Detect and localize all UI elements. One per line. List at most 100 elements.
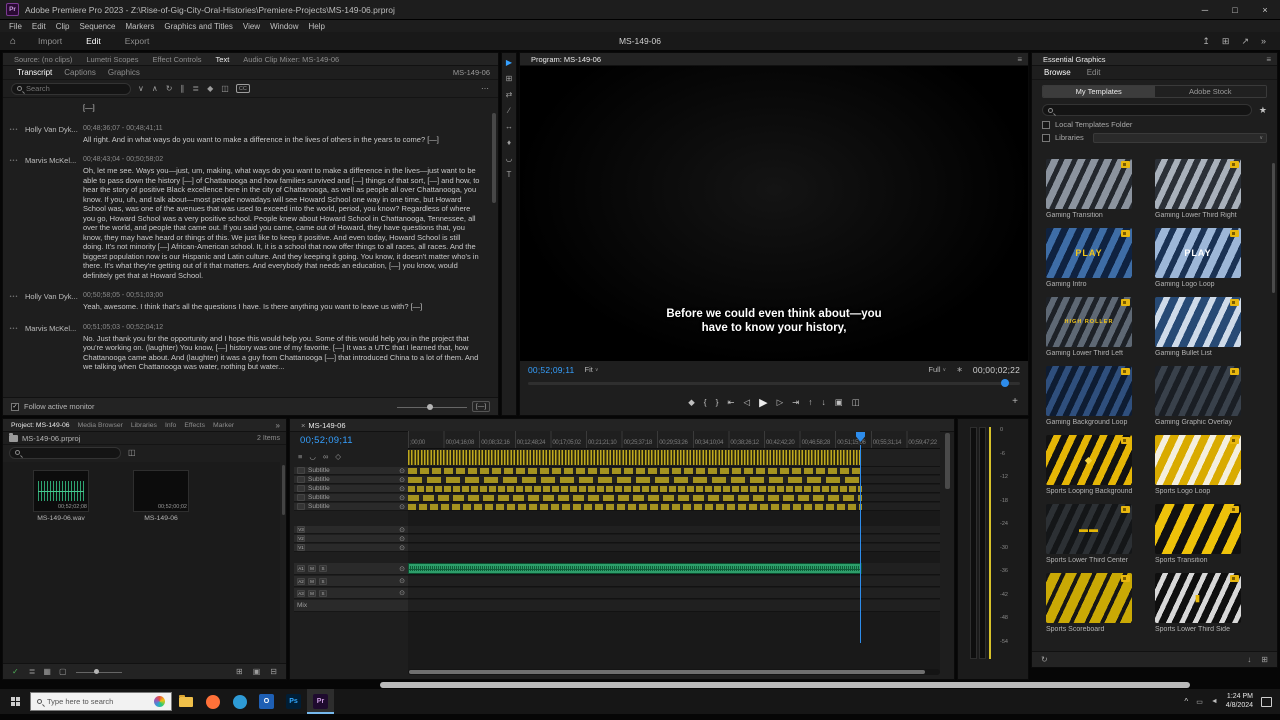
record-icon[interactable]: ⊙ [399, 577, 405, 585]
track-visibility-icon[interactable]: ⊙ [399, 535, 405, 543]
new-bin-icon[interactable]: ⊞ [235, 667, 244, 676]
speaker-name[interactable]: Marvis McKel... [25, 156, 83, 280]
project-item[interactable]: 00;52;02;08MS-149-06.wav [29, 470, 93, 522]
subtab-transcript[interactable]: Transcript [11, 68, 58, 77]
close-icon[interactable]: × [301, 421, 305, 430]
taskbar-clock[interactable]: 1:24 PM 4/8/2024 [1226, 693, 1253, 710]
favorites-star-icon[interactable]: ★ [1259, 105, 1267, 116]
start-button[interactable] [0, 689, 30, 714]
segment-my-templates[interactable]: My Templates [1043, 86, 1155, 97]
menu-help[interactable]: Help [304, 22, 330, 31]
template-item[interactable]: ◆Sports Looping Background [1046, 435, 1146, 495]
action-center-icon[interactable] [1261, 697, 1272, 707]
template-item[interactable]: Gaming Bullet List [1155, 297, 1255, 357]
speaker-name[interactable]: Holly Van Dyk... [25, 292, 83, 312]
video-track-header[interactable]: V3⊙ [294, 526, 408, 534]
taskbar-app-premiere[interactable]: Pr [307, 689, 334, 714]
segment-adobe-stock[interactable]: Adobe Stock [1155, 86, 1267, 97]
mark-out-button[interactable]: } [716, 397, 719, 407]
track-target-button[interactable]: A3 [297, 590, 305, 597]
menu-graphics-and-titles[interactable]: Graphics and Titles [159, 22, 237, 31]
sequence-tab[interactable]: ×MS-149-06 [294, 421, 353, 430]
menu-markers[interactable]: Markers [121, 22, 160, 31]
mute-button[interactable]: M [308, 565, 316, 572]
track-visibility-icon[interactable]: ⊙ [399, 485, 405, 493]
go-to-out-button[interactable]: ⇥ [792, 397, 799, 408]
project-tab-marker[interactable]: Marker [209, 422, 238, 429]
project-scrollbar[interactable] [282, 465, 285, 515]
taskbar-app-edge[interactable] [226, 689, 253, 714]
go-to-in-button[interactable]: ⇤ [727, 397, 734, 408]
project-tab-effects[interactable]: Effects [180, 422, 209, 429]
zoom-select[interactable]: Fit∨ [584, 365, 598, 374]
horizontal-scrollbar[interactable] [380, 682, 1190, 688]
solo-button[interactable]: S [319, 578, 327, 585]
workspace-tab-export[interactable]: Export [113, 32, 162, 50]
template-item[interactable]: Sports Scoreboard [1046, 573, 1146, 633]
program-scrubber[interactable] [528, 378, 1020, 388]
track-visibility-icon[interactable]: ⊙ [399, 467, 405, 475]
track-visibility-icon[interactable]: ⊙ [399, 526, 405, 534]
taskbar-app-photoshop[interactable]: Ps [280, 689, 307, 714]
entry-menu-icon[interactable]: ••• [3, 125, 25, 145]
hidden-icons-caret[interactable]: ^ [1184, 697, 1188, 706]
step-forward-button[interactable]: ▷ [777, 397, 784, 408]
template-item[interactable]: PLAYGaming Logo Loop [1155, 228, 1255, 288]
text-zoom-slider[interactable] [397, 402, 467, 412]
video-track-header[interactable]: V2 ⊙ [294, 535, 408, 543]
play-button[interactable]: ▶ [759, 396, 767, 409]
workspace-tab-import[interactable]: Import [26, 32, 74, 50]
pause-icon[interactable]: ∥ [179, 84, 185, 93]
project-item[interactable]: 00;52;00;02MS-149-06 [129, 470, 193, 522]
panel-menu-icon[interactable]: ≡ [1011, 55, 1028, 64]
entry-body[interactable]: 00;48;36;07 - 00;48;41;11All right. And … [83, 125, 490, 145]
essential-graphics-tab[interactable]: Essential Graphics [1036, 55, 1113, 64]
speaker-name[interactable]: Marvis McKel... [25, 324, 83, 372]
audio-track-header[interactable]: A1MS⊙ [294, 563, 408, 575]
mute-button[interactable]: M [308, 578, 316, 585]
audio-clip[interactable] [408, 563, 862, 574]
transcript-search-input[interactable]: Search [11, 83, 131, 95]
hand-tool[interactable]: ◡ [506, 154, 513, 163]
entry-menu-icon[interactable]: ••• [3, 156, 25, 280]
taskbar-app-file-explorer[interactable] [172, 689, 199, 714]
playhead-line[interactable] [860, 445, 861, 643]
timeline-vertical-scrollbar[interactable] [945, 433, 950, 489]
subtab-graphics[interactable]: Graphics [102, 68, 146, 77]
track-lock-icon[interactable] [297, 476, 305, 483]
template-item[interactable]: ▬▬Sports Lower Third Center [1046, 504, 1146, 564]
timeline-horizontal-scrollbar[interactable] [408, 669, 940, 675]
template-item[interactable]: HIGH ROLLERGaming Lower Third Left [1046, 297, 1146, 357]
minimize-button[interactable]: ─ [1190, 0, 1220, 19]
track-target-button[interactable]: V1 [297, 544, 305, 551]
track-lock-icon[interactable] [297, 485, 305, 492]
solo-button[interactable]: S [319, 565, 327, 572]
pen-tool[interactable]: ♦ [507, 138, 511, 147]
close-button[interactable]: × [1250, 0, 1280, 19]
more-icon[interactable]: ⋯ [480, 84, 490, 93]
speaker-name[interactable]: Holly Van Dyk... [25, 125, 83, 145]
razor-tool[interactable]: ∕ [508, 106, 509, 115]
volume-icon[interactable]: ◄ [1211, 698, 1218, 705]
comparison-view-button[interactable]: ◫ [852, 397, 860, 408]
libraries-select[interactable] [1093, 133, 1267, 143]
speaker-badge-icon[interactable]: ◫ [220, 84, 230, 93]
record-icon[interactable]: ⊙ [399, 589, 405, 597]
freeform-view-icon[interactable]: ▢ [58, 667, 68, 676]
audio-track-header[interactable]: A3MS⊙ [294, 588, 408, 599]
taskbar-app-firefox[interactable] [199, 689, 226, 714]
menu-window[interactable]: Window [265, 22, 303, 31]
new-item-icon[interactable]: ⊞ [1260, 655, 1269, 664]
panel-tab-text[interactable]: Text [209, 55, 237, 64]
bin-name[interactable]: MS-149-06.prproj [22, 434, 80, 443]
caption-track-header[interactable]: Subtitle⊙ [294, 503, 408, 511]
mark-in-button[interactable]: { [704, 397, 707, 407]
track-target-button[interactable]: V2 [297, 535, 305, 542]
button-editor-button[interactable]: + [1012, 396, 1018, 407]
video-track-header[interactable]: V1⊙ [294, 544, 408, 552]
type-tool[interactable]: T [507, 170, 512, 179]
tab-overflow-icon[interactable]: » [270, 421, 286, 430]
entry-body[interactable]: [—] [83, 103, 490, 113]
panel-menu-icon[interactable]: ≡ [1260, 55, 1277, 64]
libraries-checkbox[interactable] [1042, 134, 1050, 142]
